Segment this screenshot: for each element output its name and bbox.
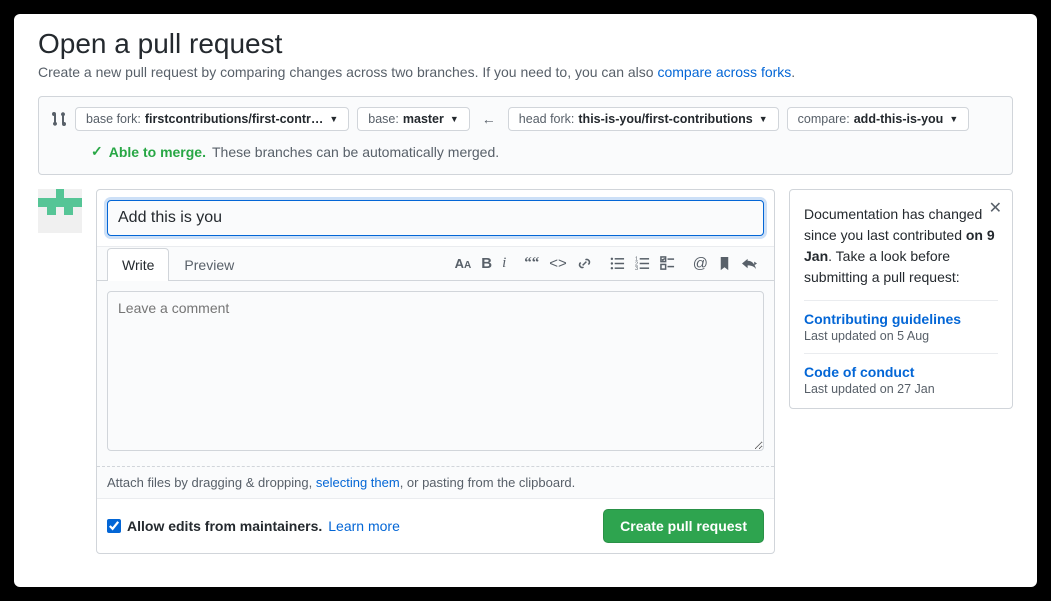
page-subhead: Create a new pull request by comparing c…: [38, 64, 1013, 80]
check-icon: ✓: [91, 143, 103, 160]
notice-pre: Documentation has changed since you last…: [804, 206, 982, 243]
md-toolbar: AA B i ““ <>: [455, 255, 764, 272]
italic-icon[interactable]: i: [502, 255, 506, 272]
allow-edits-checkbox[interactable]: [107, 519, 121, 533]
reply-icon[interactable]: [741, 256, 758, 271]
attach-pre: Attach files by dragging & dropping,: [107, 475, 316, 490]
mention-icon[interactable]: @: [693, 255, 708, 272]
code-icon[interactable]: <>: [549, 255, 567, 272]
quote-icon[interactable]: ““: [524, 255, 539, 272]
notice-text: Documentation has changed since you last…: [804, 204, 998, 288]
docs-notice-panel: ✕ Documentation has changed since you la…: [789, 189, 1013, 409]
caret-icon: ▼: [450, 114, 459, 124]
head-fork-value: this-is-you/first-contributions: [578, 112, 752, 126]
notice-link-item: Code of conduct Last updated on 27 Jan: [804, 353, 998, 406]
allow-edits-label: Allow edits from maintainers.: [127, 518, 322, 534]
learn-more-link[interactable]: Learn more: [328, 518, 400, 534]
bookmark-icon[interactable]: [718, 256, 731, 271]
merge-able-label: Able to merge.: [109, 144, 206, 160]
compare-bar: base fork: firstcontributions/first-cont…: [38, 96, 1013, 175]
compare-forks-link[interactable]: compare across forks: [657, 64, 791, 80]
subhead-text: Create a new pull request by comparing c…: [38, 64, 657, 80]
contributing-guidelines-link[interactable]: Contributing guidelines: [804, 311, 998, 327]
compare-icon: [51, 111, 67, 127]
base-fork-label: base fork:: [86, 112, 141, 126]
compare-label: compare:: [798, 112, 850, 126]
tab-write[interactable]: Write: [107, 248, 169, 281]
arrow-left-icon: ←: [478, 111, 500, 127]
ol-icon[interactable]: 123: [635, 256, 650, 271]
caret-icon: ▼: [759, 114, 768, 124]
bold-icon[interactable]: B: [481, 255, 492, 272]
base-value: master: [403, 112, 444, 126]
svg-text:3: 3: [635, 266, 638, 271]
compare-value: add-this-is-you: [854, 112, 944, 126]
notice-meta: Last updated on 5 Aug: [804, 329, 998, 343]
editor-tabs: Write Preview AA B i ““ <>: [97, 246, 774, 281]
ul-icon[interactable]: [610, 256, 625, 271]
notice-post: . Take a look before submitting a pull r…: [804, 248, 960, 285]
create-pr-button[interactable]: Create pull request: [603, 509, 764, 543]
close-icon[interactable]: ✕: [989, 198, 1002, 218]
merge-desc: These branches can be automatically merg…: [212, 144, 499, 160]
comment-textarea[interactable]: [107, 291, 764, 451]
avatar: [38, 189, 82, 233]
pr-editor: Write Preview AA B i ““ <>: [96, 189, 775, 554]
attach-hint: Attach files by dragging & dropping, sel…: [97, 466, 774, 498]
caret-icon: ▼: [949, 114, 958, 124]
allow-edits-row: Allow edits from maintainers. Learn more: [107, 518, 400, 534]
tasklist-icon[interactable]: [660, 256, 675, 271]
compare-branch-select[interactable]: compare: add-this-is-you ▼: [787, 107, 970, 131]
text-size-icon[interactable]: AA: [455, 256, 472, 271]
caret-icon: ▼: [329, 114, 338, 124]
code-of-conduct-link[interactable]: Code of conduct: [804, 364, 998, 380]
base-branch-select[interactable]: base: master ▼: [357, 107, 470, 131]
head-fork-select[interactable]: head fork: this-is-you/first-contributio…: [508, 107, 779, 131]
subhead-post: .: [791, 64, 795, 80]
attach-post: , or pasting from the clipboard.: [400, 475, 576, 490]
notice-link-item: Contributing guidelines Last updated on …: [804, 300, 998, 353]
merge-status: ✓ Able to merge. These branches can be a…: [91, 143, 1000, 160]
tab-preview[interactable]: Preview: [169, 248, 249, 281]
link-icon[interactable]: [577, 256, 592, 271]
notice-meta: Last updated on 27 Jan: [804, 382, 998, 396]
base-label: base:: [368, 112, 399, 126]
attach-select-link[interactable]: selecting them: [316, 475, 400, 490]
pr-title-input[interactable]: [107, 200, 764, 236]
page-title: Open a pull request: [38, 28, 1013, 60]
base-fork-select[interactable]: base fork: firstcontributions/first-cont…: [75, 107, 349, 131]
head-fork-label: head fork:: [519, 112, 575, 126]
base-fork-value: firstcontributions/first-contr…: [145, 112, 323, 126]
